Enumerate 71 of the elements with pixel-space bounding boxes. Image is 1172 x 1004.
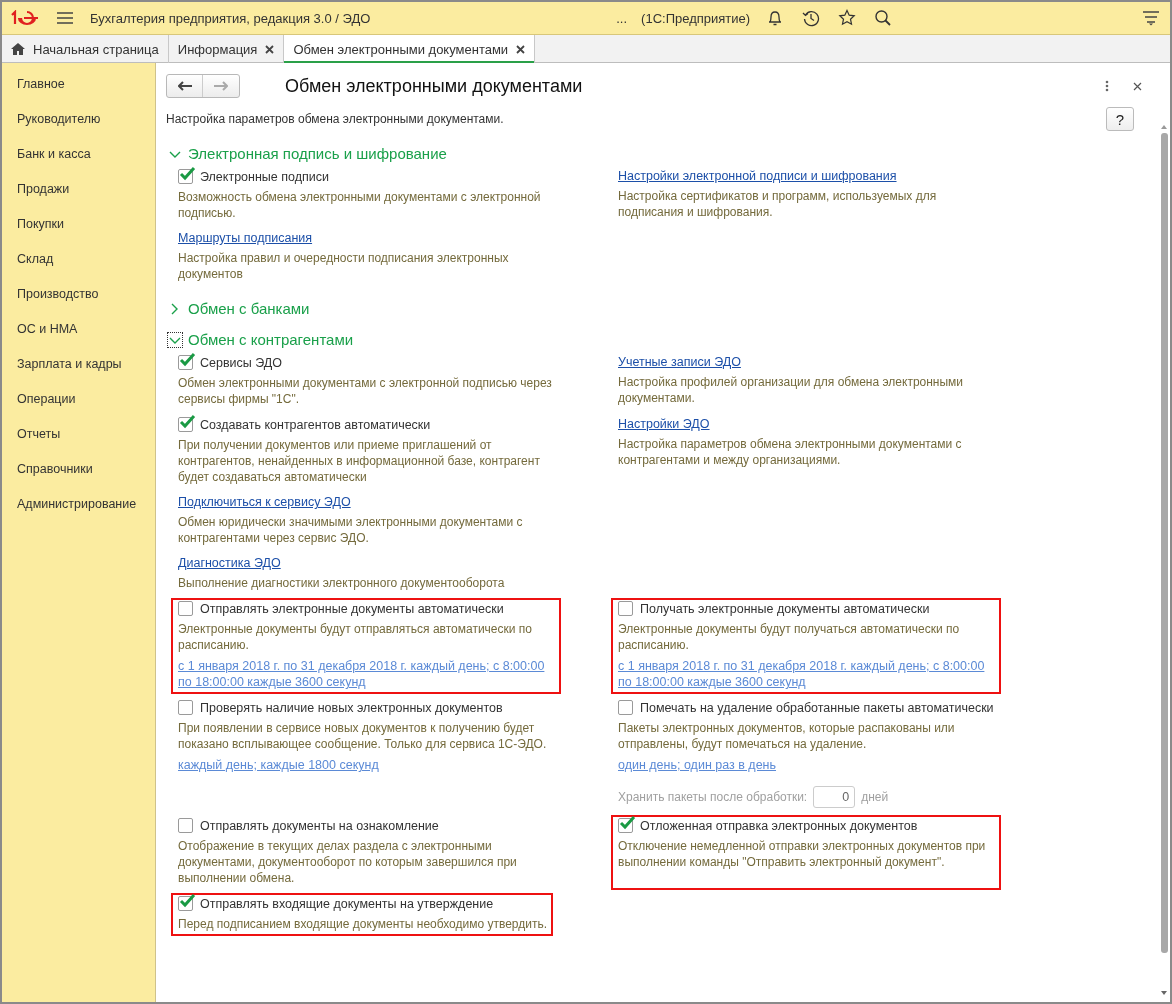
help-button[interactable]: ? (1106, 107, 1134, 131)
app-title: Бухгалтерия предприятия, редакция 3.0 / ЭДО (90, 10, 371, 26)
checkbox[interactable]: Отправлять электронные документы автоматически (178, 601, 555, 616)
form-description: Настройка параметров обмена электронными документами. (166, 112, 504, 126)
sidebar-item[interactable]: Администрирование (2, 493, 155, 528)
description-text: Отображение в текущих делах раздела с электронными документами, документооборот по которым завершился при выполнении обмена. (178, 838, 518, 886)
description-text: Отключение немедленной отправки электронных документов при выполнении команды "Отправить электронный документ". (618, 838, 987, 870)
settings-link[interactable]: Маршруты подписания (178, 231, 313, 245)
checkmark-icon (178, 166, 196, 182)
sidebar-item[interactable]: Склад (2, 248, 155, 283)
settings-link[interactable]: Учетные записи ЭДО (618, 355, 741, 369)
schedule-link[interactable]: с 1 января 2018 г. по 31 декабря 2018 г. каждый день; с 8:00:00 по 18:00:00 каждые 3600 секунд (178, 658, 555, 690)
sidebar-item[interactable]: Главное (2, 73, 155, 108)
sidebar-item[interactable]: Зарплата и кадры (2, 353, 155, 388)
ellipsis-text: ... (616, 10, 628, 26)
sidebar-item[interactable]: Покупки (2, 213, 155, 248)
sidebar-item[interactable]: Банк и касса (2, 143, 155, 178)
schedule-link[interactable]: с 1 января 2018 г. по 31 декабря 2018 г. каждый день; с 8:00:00 по 18:00:00 каждые 3600 секунд (618, 658, 995, 690)
checkmark-icon (178, 352, 196, 368)
description-text: Выполнение диагностики электронного документооборота (178, 575, 505, 591)
sidebar-item[interactable]: Отчеты (2, 423, 155, 458)
checkmark-icon (618, 815, 636, 831)
sidebar-item[interactable]: Продажи (2, 178, 155, 213)
checkmark-icon (178, 893, 196, 909)
description-text: Настройка правил и очередности подписания электронных документов (178, 250, 510, 282)
platform-label: (1С:Предприятие) (641, 10, 751, 26)
checkbox[interactable]: Получать электронные документы автоматически (618, 601, 995, 616)
section-header[interactable]: Обмен с банками (168, 300, 310, 317)
sidebar-item[interactable]: ОС и НМА (2, 318, 155, 353)
description-text: Настройка параметров обмена электронными документами с контрагентами и между организациями. (618, 436, 963, 468)
days-field[interactable]: 0 (813, 786, 856, 808)
checkmark-icon (178, 414, 196, 430)
description-text: При появлении в сервисе новых документов к получению будет показано всплывающее сообщение. Только для сервиса 1С-ЭДО. (178, 720, 548, 752)
description-text: При получении документов или приеме приглашений от контрагентов, ненайденных в информационной базе, контрагент будет создаваться автоматически (178, 437, 541, 485)
retention-label: Хранить пакеты после обработки: (618, 790, 808, 804)
checkbox[interactable]: Отложенная отправка электронных документов (618, 818, 995, 833)
close-icon[interactable] (265, 44, 275, 54)
checkbox[interactable]: Отправлять документы на ознакомление (178, 818, 555, 833)
description-text: Обмен юридически значимыми электронными документами с контрагентами через сервис ЭДО. (178, 514, 524, 546)
settings-link[interactable]: Подключиться к сервису ЭДО (178, 495, 351, 509)
description-text: Электронные документы будут получаться автоматически по расписанию. (618, 621, 961, 653)
checkbox[interactable]: Электронные подписи (178, 169, 555, 184)
description-text: Обмен электронными документами с электронной подписью через сервисы фирмы "1С". (178, 375, 553, 407)
schedule-link[interactable]: каждый день; каждые 1800 секунд (178, 757, 555, 773)
checkbox[interactable]: Отправлять входящие документы на утверждение (178, 896, 548, 911)
logo-icon (10, 10, 40, 26)
arrow-left-icon (177, 81, 192, 91)
description-text: Электронные документы будут отправляться автоматически по расписанию. (178, 621, 533, 653)
form-title: Обмен электронными документами (285, 75, 583, 97)
sidebar-item[interactable]: Руководителю (2, 108, 155, 143)
sidebar-item[interactable]: Справочники (2, 458, 155, 493)
checkbox[interactable]: Проверять наличие новых электронных документов (178, 700, 555, 715)
checkbox[interactable]: Создавать контрагентов автоматически (178, 417, 555, 432)
description-text: Возможность обмена электронными документами с электронной подписью. (178, 189, 542, 221)
sidebar-item[interactable]: Производство (2, 283, 155, 318)
tab[interactable]: Обмен электронными документами (284, 35, 536, 63)
sidebar-item[interactable]: Операции (2, 388, 155, 423)
checkbox[interactable]: Сервисы ЭДО (178, 355, 555, 370)
home-icon (11, 43, 25, 55)
settings-link[interactable]: Настройки ЭДО (618, 417, 710, 431)
checkbox[interactable]: Помечать на удаление обработанные пакеты автоматически (618, 700, 995, 715)
description-text: Пакеты электронных документов, которые распакованы или отправлены, будут помечаться на удаление. (618, 720, 956, 752)
settings-link[interactable]: Настройки электронной подписи и шифрования (618, 169, 897, 183)
schedule-link[interactable]: один день; один раз в день (618, 757, 995, 773)
days-unit-label: дней (861, 790, 889, 804)
description-text: Настройка сертификатов и программ, используемых для подписания и шифрования. (618, 188, 938, 220)
description-text: Перед подписанием входящие документы необходимо утвердить. (178, 916, 548, 932)
description-text: Настройка профилей организации для обмена электронными документами. (618, 374, 965, 406)
close-icon[interactable] (516, 44, 526, 54)
arrow-right-icon (214, 81, 228, 91)
settings-link[interactable]: Диагностика ЭДО (178, 556, 281, 570)
